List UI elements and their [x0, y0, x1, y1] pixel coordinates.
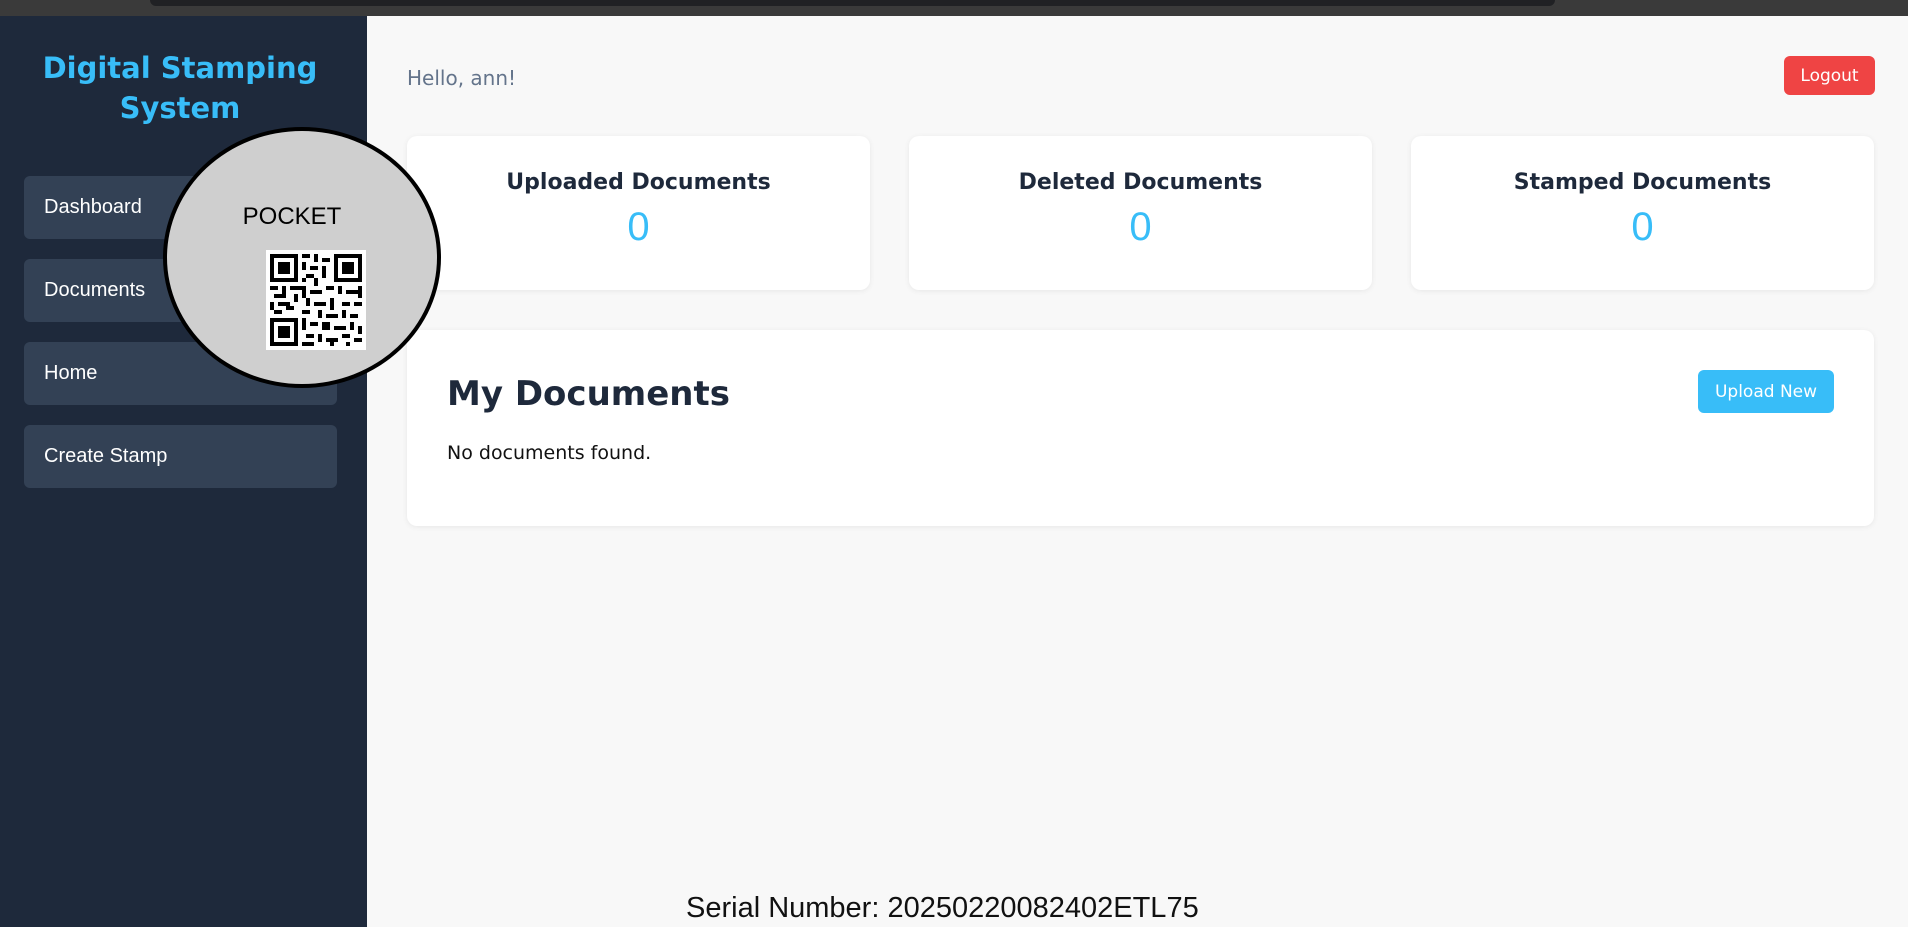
stat-card-title: Stamped Documents — [1513, 170, 1772, 195]
serial-number: Serial Number: 20250220082402ETL75 — [686, 892, 1199, 924]
sidebar-item-label: Create Stamp — [44, 445, 168, 467]
stamp-label: POCKET — [242, 203, 342, 230]
stat-card-title: Deleted Documents — [1018, 170, 1263, 195]
greeting-text: Hello, ann! — [407, 66, 517, 90]
upload-new-button[interactable]: Upload New — [1698, 370, 1834, 413]
stamp-preview[interactable]: POCKET — [163, 127, 441, 388]
sidebar-item-create-stamp[interactable]: Create Stamp — [24, 425, 337, 488]
sidebar-item-label: Documents — [44, 279, 146, 301]
qr-code-icon — [266, 250, 366, 350]
browser-address-bar[interactable] — [150, 0, 1555, 6]
logout-button[interactable]: Logout — [1784, 56, 1875, 95]
empty-state-message: No documents found. — [447, 442, 652, 464]
my-documents-panel: My Documents Upload New No documents fou… — [407, 330, 1874, 526]
browser-chrome — [0, 0, 1908, 16]
stat-card-title: Uploaded Documents — [506, 170, 771, 195]
stat-card-value: 0 — [1129, 205, 1152, 249]
section-title: My Documents — [447, 374, 730, 414]
sidebar-item-label: Dashboard — [44, 196, 142, 218]
stat-card-value: 0 — [1631, 205, 1654, 249]
stat-card-stamped: Stamped Documents 0 — [1411, 136, 1874, 290]
stat-card-uploaded: Uploaded Documents 0 — [407, 136, 870, 290]
stat-card-deleted: Deleted Documents 0 — [909, 136, 1372, 290]
sidebar-item-label: Home — [44, 362, 98, 384]
app-title: Digital Stamping System — [42, 51, 318, 125]
stat-card-value: 0 — [627, 205, 650, 249]
